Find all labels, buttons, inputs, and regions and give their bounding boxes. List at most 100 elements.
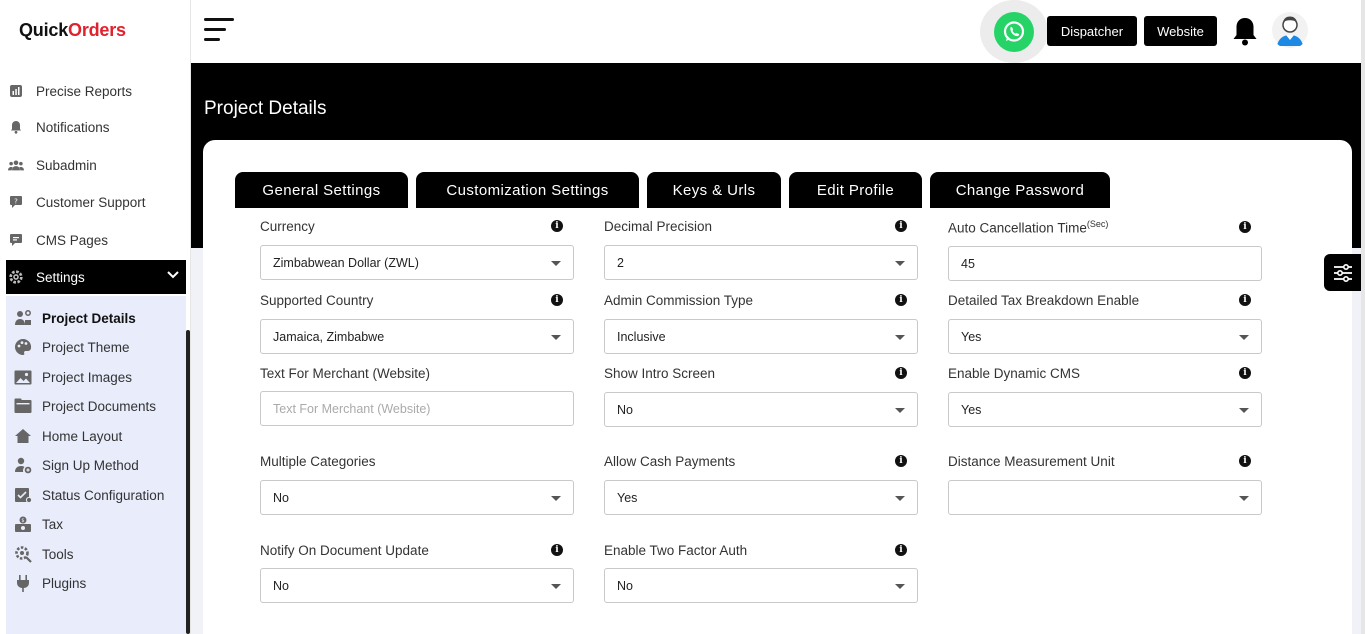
sidebar-item-label: CMS Pages [36, 232, 109, 248]
tab-keys-urls[interactable]: Keys & Urls [647, 172, 781, 208]
info-icon[interactable]: i [1239, 294, 1251, 306]
show-intro-select[interactable]: No [604, 392, 918, 427]
top-bar: Dispatcher Website [191, 0, 1365, 63]
notify-doc-update-label: Notify On Document Update [260, 543, 429, 558]
auto-cancellation-unit: (Sec) [1086, 219, 1109, 229]
users-icon [8, 157, 24, 173]
tab-edit-profile[interactable]: Edit Profile [789, 172, 922, 208]
submenu-item-project-theme[interactable]: Project Theme [14, 335, 130, 359]
sidebar-item-notifications[interactable]: Notifications [6, 112, 186, 142]
tools-icon [14, 545, 32, 563]
submenu-item-project-details[interactable]: Project Details [14, 306, 136, 330]
submenu-item-label: Plugins [42, 575, 87, 591]
cash-payments-label: Allow Cash Payments [604, 454, 736, 469]
settings-sliders-icon[interactable] [1324, 254, 1361, 291]
decimal-precision-value: 2 [617, 255, 624, 270]
palette-icon [14, 338, 32, 356]
submenu-item-tax[interactable]: $ Tax [14, 512, 63, 536]
info-icon[interactable]: i [551, 220, 563, 232]
submenu-item-label: Tax [42, 516, 64, 532]
submenu-item-label: Project Theme [42, 339, 130, 355]
quickorders-logo[interactable]: QuickOrders [19, 20, 126, 41]
page-title: Project Details [204, 98, 327, 119]
distance-unit-select[interactable] [948, 480, 1262, 515]
info-icon[interactable]: i [895, 220, 907, 232]
supported-country-select[interactable]: Jamaica, Zimbabwe [260, 319, 574, 354]
whatsapp-icon[interactable] [994, 12, 1034, 52]
merchant-text-input[interactable]: Text For Merchant (Website) [260, 391, 574, 426]
caret-down-icon [895, 335, 905, 340]
info-icon[interactable]: i [1239, 367, 1251, 379]
sidebar: QuickOrders Precise Reports Notification… [0, 0, 191, 634]
info-icon[interactable]: i [895, 455, 907, 467]
submenu-item-label: Project Images [42, 369, 133, 385]
caret-down-icon [551, 335, 561, 340]
home-icon [14, 427, 32, 445]
submenu-item-label: Project Documents [42, 398, 157, 414]
distance-unit-label: Distance Measurement Unit [948, 454, 1115, 469]
submenu-item-project-images[interactable]: Project Images [14, 365, 132, 389]
info-icon[interactable]: i [551, 544, 563, 556]
submenu-item-status-configuration[interactable]: Status Configuration [14, 483, 164, 507]
sidebar-item-label: Customer Support [36, 194, 146, 210]
decimal-precision-select[interactable]: 2 [604, 245, 918, 280]
info-icon[interactable]: i [1239, 221, 1251, 233]
hamburger-menu-icon[interactable] [204, 18, 235, 42]
submenu-item-label: Status Configuration [42, 487, 165, 503]
support-icon: ? [8, 194, 24, 210]
tab-customization-settings[interactable]: Customization Settings [416, 172, 639, 208]
tab-change-password[interactable]: Change Password [930, 172, 1110, 208]
currency-select[interactable]: Zimbabwean Dollar (ZWL) [260, 245, 574, 280]
notification-bell-icon[interactable] [1231, 16, 1259, 46]
chevron-down-icon [167, 271, 179, 279]
bell-icon [8, 119, 24, 135]
caret-down-icon [895, 261, 905, 266]
info-icon[interactable]: i [895, 367, 907, 379]
tab-general-settings[interactable]: General Settings [235, 172, 408, 208]
admin-commission-type-select[interactable]: Inclusive [604, 319, 918, 354]
dispatcher-button[interactable]: Dispatcher [1047, 16, 1137, 46]
info-icon[interactable]: i [895, 294, 907, 306]
project-details-icon [14, 309, 32, 327]
sidebar-item-settings[interactable]: Settings [6, 260, 186, 294]
submenu-item-project-documents[interactable]: Project Documents [14, 394, 156, 418]
submenu-item-home-layout[interactable]: Home Layout [14, 424, 122, 448]
submenu-item-plugins[interactable]: Plugins [14, 571, 86, 595]
two-factor-select[interactable]: No [604, 568, 918, 603]
detailed-tax-select[interactable]: Yes [948, 319, 1262, 354]
caret-down-icon [1239, 408, 1249, 413]
sidebar-item-cms-pages[interactable]: CMS Pages [6, 225, 186, 255]
tax-icon: $ [14, 515, 32, 533]
window-scrollbar[interactable] [1361, 0, 1365, 634]
website-button[interactable]: Website [1144, 16, 1217, 46]
admin-commission-type-value: Inclusive [617, 329, 666, 344]
caret-down-icon [1239, 335, 1249, 340]
notify-doc-update-select[interactable]: No [260, 568, 574, 603]
submenu-item-sign-up-method[interactable]: Sign Up Method [14, 453, 139, 477]
two-factor-value: No [617, 578, 633, 593]
dynamic-cms-value: Yes [961, 402, 982, 417]
submenu-item-label: Project Details [42, 310, 136, 326]
user-avatar[interactable] [1271, 11, 1309, 49]
image-icon [14, 368, 32, 386]
sidebar-item-customer-support[interactable]: ? Customer Support [6, 187, 186, 217]
auto-cancellation-label-text: Auto Cancellation Time [948, 220, 1087, 236]
sidebar-item-label: Notifications [36, 119, 110, 135]
multiple-categories-select[interactable]: No [260, 480, 574, 515]
info-icon[interactable]: i [1239, 455, 1251, 467]
cash-payments-value: Yes [617, 490, 638, 505]
dynamic-cms-select[interactable]: Yes [948, 392, 1262, 427]
submenu-item-label: Sign Up Method [42, 457, 139, 473]
submenu-scrollbar[interactable] [186, 330, 190, 634]
auto-cancellation-input[interactable]: 45 [948, 246, 1262, 281]
info-icon[interactable]: i [895, 544, 907, 556]
sidebar-item-subadmin[interactable]: Subadmin [6, 150, 186, 180]
submenu-item-tools[interactable]: Tools [14, 542, 74, 566]
settings-card [203, 140, 1352, 634]
submenu-item-label: Home Layout [42, 428, 123, 444]
info-icon[interactable]: i [551, 294, 563, 306]
cash-payments-select[interactable]: Yes [604, 480, 918, 515]
multiple-categories-value: No [273, 490, 289, 505]
sidebar-item-precise-reports[interactable]: Precise Reports [6, 76, 186, 106]
documents-icon [14, 397, 32, 415]
